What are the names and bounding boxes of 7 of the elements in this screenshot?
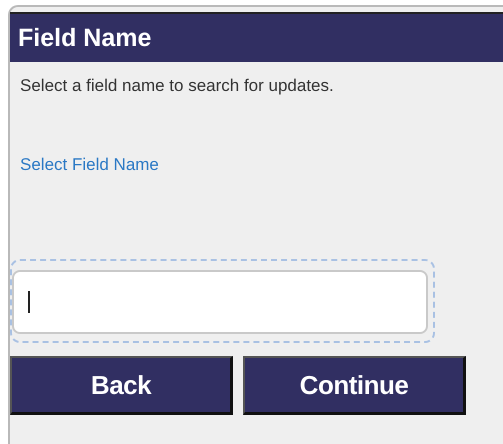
instruction-text: Select a field name to search for updates. [20,76,335,96]
continue-button[interactable]: Continue [243,356,466,415]
back-button[interactable]: Back [10,356,233,415]
text-cursor-icon [28,291,30,313]
field-name-input[interactable] [10,259,435,343]
dialog-title: Field Name [18,24,152,52]
select-field-name-link[interactable]: Select Field Name [20,155,159,175]
